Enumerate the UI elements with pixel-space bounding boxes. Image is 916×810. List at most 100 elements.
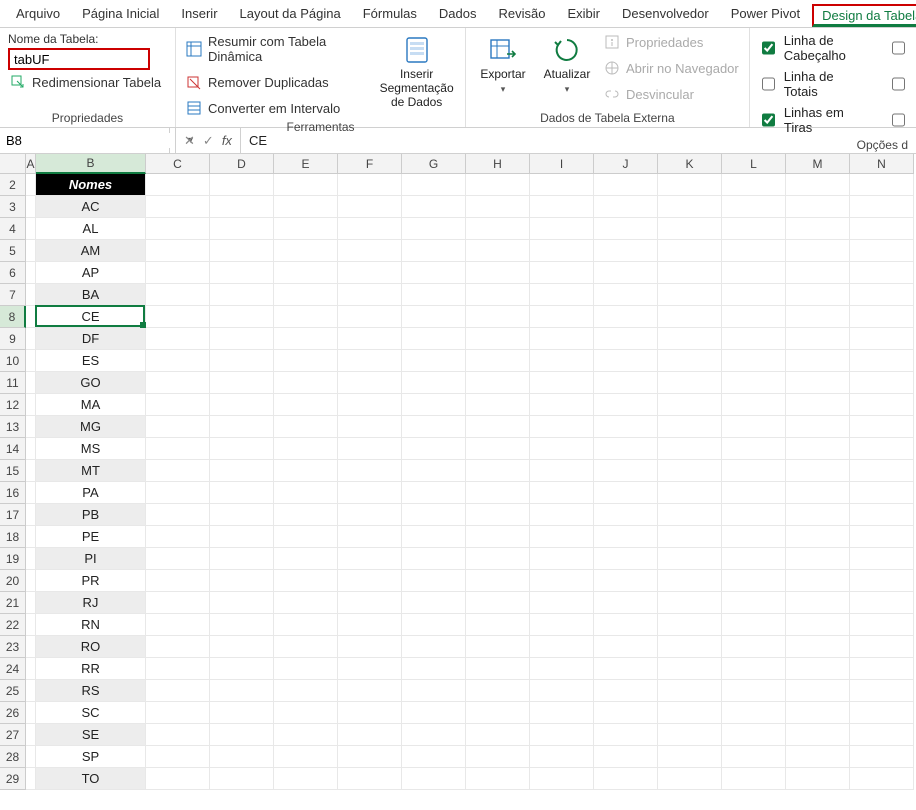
cell-B24[interactable]: RR	[36, 658, 146, 680]
cell-N20[interactable]	[850, 570, 914, 592]
cell-G11[interactable]	[402, 372, 466, 394]
cell-L18[interactable]	[722, 526, 786, 548]
cell-D28[interactable]	[210, 746, 274, 768]
cell-L10[interactable]	[722, 350, 786, 372]
cell-L5[interactable]	[722, 240, 786, 262]
cell-K19[interactable]	[658, 548, 722, 570]
cell-H3[interactable]	[466, 196, 530, 218]
refresh-button[interactable]: Atualizar▾	[538, 32, 596, 98]
cell-K4[interactable]	[658, 218, 722, 240]
cell-L21[interactable]	[722, 592, 786, 614]
spreadsheet-grid[interactable]: ABCDEFGHIJKLMN 2345678910111213141516171…	[0, 154, 916, 790]
cell-I19[interactable]	[530, 548, 594, 570]
cell-F26[interactable]	[338, 702, 402, 724]
cell-A5[interactable]	[26, 240, 36, 262]
cell-F16[interactable]	[338, 482, 402, 504]
cell-G9[interactable]	[402, 328, 466, 350]
cell-N22[interactable]	[850, 614, 914, 636]
cell-H5[interactable]	[466, 240, 530, 262]
cell-I10[interactable]	[530, 350, 594, 372]
cell-L6[interactable]	[722, 262, 786, 284]
cell-E9[interactable]	[274, 328, 338, 350]
cell-G12[interactable]	[402, 394, 466, 416]
cell-I7[interactable]	[530, 284, 594, 306]
cell-E7[interactable]	[274, 284, 338, 306]
cell-J21[interactable]	[594, 592, 658, 614]
cell-H16[interactable]	[466, 482, 530, 504]
cell-H4[interactable]	[466, 218, 530, 240]
cell-M7[interactable]	[786, 284, 850, 306]
cell-F9[interactable]	[338, 328, 402, 350]
cell-G14[interactable]	[402, 438, 466, 460]
cell-K21[interactable]	[658, 592, 722, 614]
cell-M6[interactable]	[786, 262, 850, 284]
col-header-K[interactable]: K	[658, 154, 722, 174]
cell-A19[interactable]	[26, 548, 36, 570]
row-header-19[interactable]: 19	[0, 548, 26, 570]
cell-C27[interactable]	[146, 724, 210, 746]
cell-J18[interactable]	[594, 526, 658, 548]
cell-J6[interactable]	[594, 262, 658, 284]
cell-I24[interactable]	[530, 658, 594, 680]
cell-F2[interactable]	[338, 174, 402, 196]
cell-H24[interactable]	[466, 658, 530, 680]
cell-D14[interactable]	[210, 438, 274, 460]
cell-A13[interactable]	[26, 416, 36, 438]
cell-A12[interactable]	[26, 394, 36, 416]
cell-E13[interactable]	[274, 416, 338, 438]
cell-A4[interactable]	[26, 218, 36, 240]
row-header-17[interactable]: 17	[0, 504, 26, 526]
cell-C13[interactable]	[146, 416, 210, 438]
cell-F6[interactable]	[338, 262, 402, 284]
cell-F28[interactable]	[338, 746, 402, 768]
col-header-H[interactable]: H	[466, 154, 530, 174]
cell-K27[interactable]	[658, 724, 722, 746]
cell-E21[interactable]	[274, 592, 338, 614]
cell-C3[interactable]	[146, 196, 210, 218]
cell-B12[interactable]: MA	[36, 394, 146, 416]
cell-K17[interactable]	[658, 504, 722, 526]
cell-G25[interactable]	[402, 680, 466, 702]
cell-K14[interactable]	[658, 438, 722, 460]
cell-K16[interactable]	[658, 482, 722, 504]
cell-J27[interactable]	[594, 724, 658, 746]
col-header-D[interactable]: D	[210, 154, 274, 174]
cell-K12[interactable]	[658, 394, 722, 416]
cell-A15[interactable]	[26, 460, 36, 482]
cell-N17[interactable]	[850, 504, 914, 526]
cell-F24[interactable]	[338, 658, 402, 680]
cell-B3[interactable]: AC	[36, 196, 146, 218]
cell-K7[interactable]	[658, 284, 722, 306]
cell-C11[interactable]	[146, 372, 210, 394]
row-header-26[interactable]: 26	[0, 702, 26, 724]
cell-A29[interactable]	[26, 768, 36, 790]
header-row-checkbox[interactable]: Linha de Cabeçalho	[758, 32, 908, 64]
row-header-2[interactable]: 2	[0, 174, 26, 196]
tab-exibir[interactable]: Exibir	[557, 2, 610, 27]
cell-L24[interactable]	[722, 658, 786, 680]
convert-range-button[interactable]: Converter em Intervalo	[184, 98, 364, 118]
cell-M23[interactable]	[786, 636, 850, 658]
cell-G5[interactable]	[402, 240, 466, 262]
tab-dados[interactable]: Dados	[429, 2, 487, 27]
cell-J16[interactable]	[594, 482, 658, 504]
cell-J10[interactable]	[594, 350, 658, 372]
cell-G13[interactable]	[402, 416, 466, 438]
cell-E14[interactable]	[274, 438, 338, 460]
cell-N21[interactable]	[850, 592, 914, 614]
cell-C14[interactable]	[146, 438, 210, 460]
col-header-N[interactable]: N	[850, 154, 914, 174]
cell-C26[interactable]	[146, 702, 210, 724]
cell-I25[interactable]	[530, 680, 594, 702]
tab-revisão[interactable]: Revisão	[489, 2, 556, 27]
cell-M24[interactable]	[786, 658, 850, 680]
cell-L29[interactable]	[722, 768, 786, 790]
row-header-20[interactable]: 20	[0, 570, 26, 592]
col-header-J[interactable]: J	[594, 154, 658, 174]
cell-K29[interactable]	[658, 768, 722, 790]
cell-H22[interactable]	[466, 614, 530, 636]
col-header-A[interactable]: A	[26, 154, 36, 174]
cell-A10[interactable]	[26, 350, 36, 372]
cell-A14[interactable]	[26, 438, 36, 460]
tab-layout-da-página[interactable]: Layout da Página	[230, 2, 351, 27]
